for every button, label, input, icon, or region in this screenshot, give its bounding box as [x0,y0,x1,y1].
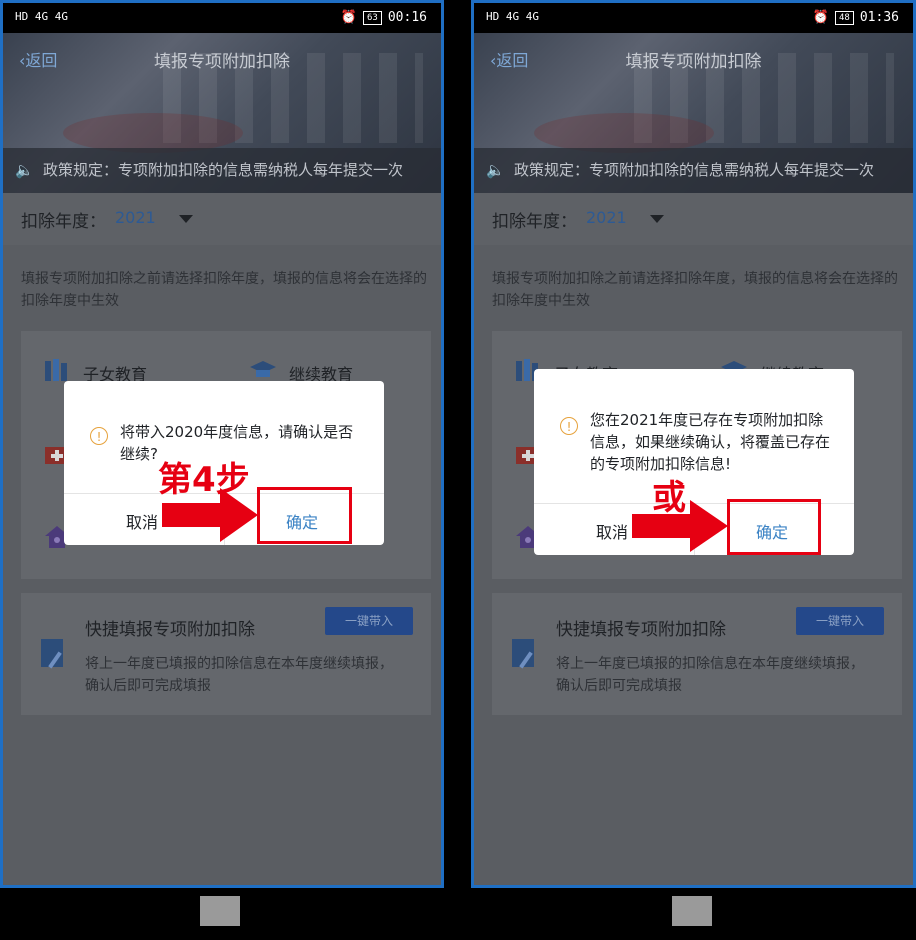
graduation-cap-icon [250,361,276,377]
document-edit-icon [41,639,63,669]
cancel-button[interactable]: 取消 [596,519,628,543]
year-selector[interactable]: 扣除年度： 2021 [3,193,441,245]
warning-icon: ! [560,417,578,435]
status-bar: HD 4G 4G ⏰ 63 00:16 [3,3,441,33]
highlight-box [727,499,821,555]
home-button[interactable] [200,896,240,926]
quick-fill-card: 快捷填报专项附加扣除 一键带入 将上一年度已填报的扣除信息在本年度继续填报，确认… [21,593,431,715]
document-edit-icon [512,639,534,669]
dropdown-caret-icon [179,215,193,223]
speaker-icon: 🔈 [15,161,34,179]
home-button[interactable] [672,896,712,926]
policy-notice: 🔈 政策规定：专项附加扣除的信息需纳税人每年提交一次 [474,148,913,193]
battery-level: 63 [363,10,382,25]
page-title: 填报专项附加扣除 [154,52,290,72]
books-icon [45,359,67,381]
year-value: 2021 [115,208,156,227]
quick-fill-title: 快捷填报专项附加扣除 [556,620,726,640]
warning-icon: ! [90,427,108,445]
year-label: 扣除年度： [492,212,577,232]
status-bar: HD 4G 4G ⏰ 48 01:36 [474,3,913,33]
clock: 01:36 [859,10,899,25]
cancel-button[interactable]: 取消 [126,509,158,533]
top-nav: ‹返回 填报专项附加扣除 [474,33,913,83]
speaker-icon: 🔈 [486,161,505,179]
quick-fill-description: 将上一年度已填报的扣除信息在本年度继续填报，确认后即可完成填报 [85,656,393,694]
quick-fill-card: 快捷填报专项附加扣除 一键带入 将上一年度已填报的扣除信息在本年度继续填报，确认… [492,593,902,715]
alarm-icon: ⏰ [812,10,830,25]
page-title: 填报专项附加扣除 [625,52,762,72]
year-selector[interactable]: 扣除年度： 2021 [474,193,913,245]
quick-fill-description: 将上一年度已填报的扣除信息在本年度继续填报，确认后即可完成填报 [556,656,864,694]
year-label: 扣除年度： [21,212,106,232]
year-description: 填报专项附加扣除之前请选择扣除年度，填报的信息将会在选择的扣除年度中生效 [21,271,427,309]
dropdown-caret-icon [650,215,664,223]
clock: 00:16 [387,10,427,25]
red-arrow-icon [162,488,258,542]
year-value: 2021 [586,208,627,227]
battery-level: 48 [835,10,854,25]
phone-screen-right: HD 4G 4G ⏰ 48 01:36 ‹返回 填报专项附加扣除 🔈 政策规定：专… [471,0,916,888]
quick-fill-title: 快捷填报专项附加扣除 [85,620,255,640]
alarm-icon: ⏰ [340,10,358,25]
signal-indicators: HD 4G 4G [15,10,68,23]
top-nav: ‹返回 填报专项附加扣除 [3,33,441,83]
phone-screen-left: HD 4G 4G ⏰ 63 00:16 ‹返回 填报专项附加扣除 🔈 政策规定：专… [0,0,444,888]
highlight-box [257,487,352,544]
red-arrow-icon [632,500,728,552]
policy-notice: 🔈 政策规定：专项附加扣除的信息需纳税人每年提交一次 [3,148,441,193]
one-click-import-button[interactable]: 一键带入 [325,607,413,635]
signal-indicators: HD 4G 4G [486,10,539,23]
dialog-message: 您在2021年度已存在专项附加扣除信息，如果继续确认，将覆盖已存在的专项附加扣除… [590,411,831,473]
year-description: 填报专项附加扣除之前请选择扣除年度，填报的信息将会在选择的扣除年度中生效 [492,271,898,309]
one-click-import-button[interactable]: 一键带入 [796,607,884,635]
